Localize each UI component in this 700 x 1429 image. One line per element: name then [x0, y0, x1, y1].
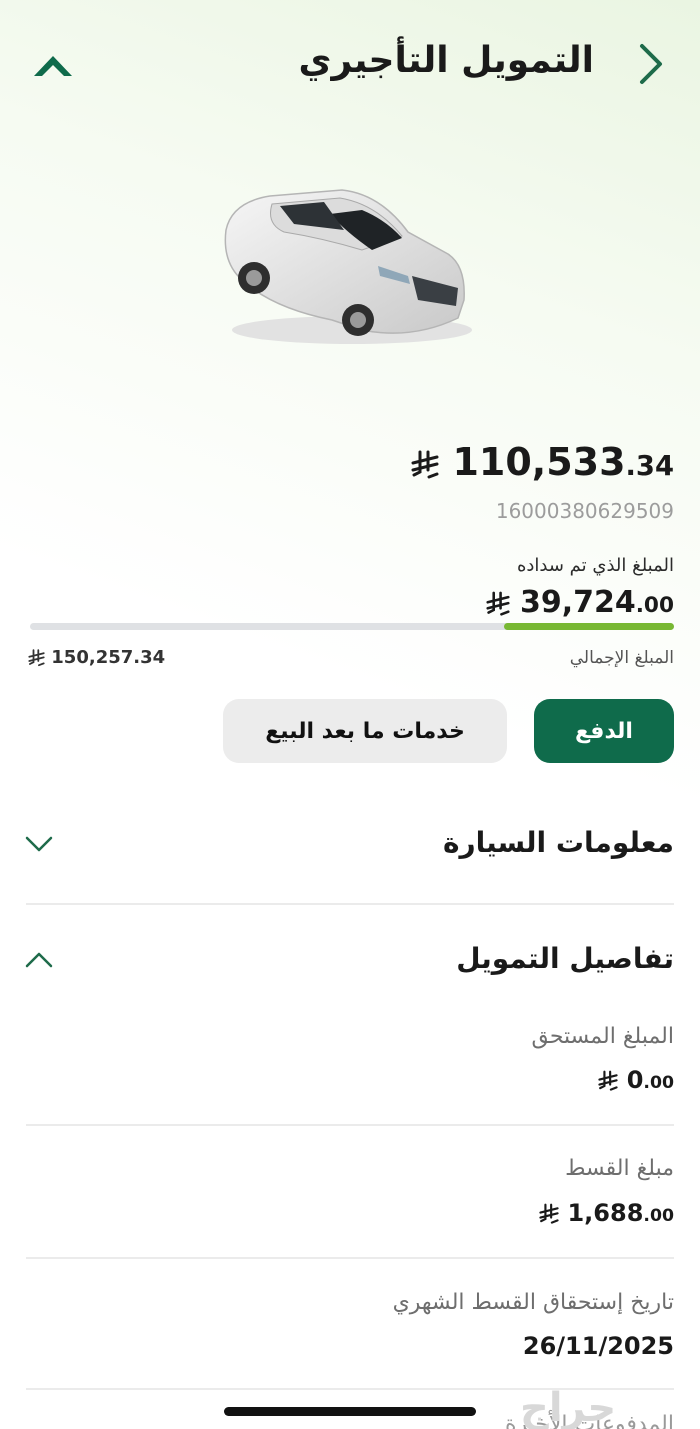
remaining-amount-dec: .34 [625, 451, 674, 482]
car-info-title[interactable]: معلومات السيارة [443, 826, 674, 859]
saudi-riyal-icon [485, 591, 510, 616]
payment-progress-fill [503, 623, 674, 630]
due-date-label: تاريخ إستحقاق القسط الشهري [392, 1290, 674, 1315]
contract-number: 16000380629509 [495, 499, 674, 523]
due-amount-int: 0 [626, 1066, 644, 1094]
chevron-down-icon[interactable] [24, 834, 54, 854]
due-amount-label: المبلغ المستحق [531, 1024, 674, 1049]
saudi-riyal-icon [411, 450, 439, 478]
due-amount-dec: .00 [643, 1073, 674, 1093]
divider [26, 1257, 674, 1259]
paid-amount: 39,724.00 [485, 585, 674, 620]
home-indicator [224, 1407, 476, 1416]
total-amount-value: 150,257.34 [51, 647, 166, 668]
remaining-amount: 110,533.34 [411, 440, 674, 484]
watermark-logo: حراج [520, 1385, 617, 1429]
after-sales-services-button[interactable]: خدمات ما بعد البيع [223, 699, 507, 763]
pay-button[interactable]: الدفع [534, 699, 674, 763]
paid-amount-dec: .00 [635, 593, 674, 618]
divider [26, 1124, 674, 1126]
page-title: التمويل التأجيري [298, 40, 594, 81]
saudi-riyal-icon [598, 1070, 618, 1091]
total-amount-label: المبلغ الإجمالي [569, 648, 674, 668]
installment-dec: .00 [643, 1206, 674, 1226]
installment-int: 1,688 [567, 1199, 644, 1227]
saudi-riyal-icon [28, 649, 45, 667]
payment-progress-bar [30, 623, 674, 630]
total-amount: 150,257.34 [28, 647, 165, 668]
paid-amount-label: المبلغ الذي تم سداده [516, 555, 674, 576]
car-image [224, 189, 472, 344]
paid-amount-int: 39,724 [519, 585, 636, 620]
chevron-up-icon[interactable] [24, 950, 54, 970]
back-chevron-icon[interactable] [630, 40, 674, 88]
installment-amount: 1,688.00 [539, 1199, 674, 1227]
installment-label: مبلغ القسط [565, 1156, 674, 1181]
due-date-value: 26/11/2025 [522, 1332, 674, 1360]
divider [26, 903, 674, 905]
remaining-amount-int: 110,533 [452, 440, 626, 484]
home-chevron-icon[interactable] [28, 44, 78, 84]
saudi-riyal-icon [539, 1203, 559, 1224]
due-amount: 0.00 [598, 1066, 674, 1094]
finance-details-title[interactable]: تفاصيل التمويل [456, 942, 674, 975]
